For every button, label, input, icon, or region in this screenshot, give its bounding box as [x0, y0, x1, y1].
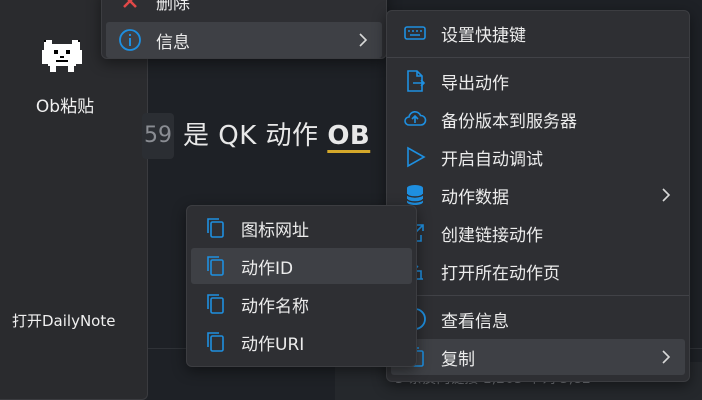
- context-menu-copy: 图标网址 动作ID 动作名称 动作URI: [186, 205, 417, 367]
- menu-item-label: 打开所在动作页: [441, 263, 560, 284]
- play-icon: [407, 146, 426, 168]
- menu-item-copy-action-id[interactable]: 动作ID: [191, 248, 412, 284]
- database-icon: [406, 185, 424, 205]
- page-title-text: 是 QK 动作: [183, 121, 328, 151]
- menu-item-label: 复制: [441, 349, 475, 370]
- menu-item-copy[interactable]: 复制: [391, 339, 685, 375]
- heading-number: 59: [142, 113, 174, 159]
- action-panel: Ob粘贴 打开DailyNote: [0, 0, 148, 400]
- menu-item-view-info[interactable]: 查看信息: [391, 301, 685, 337]
- cloud-upload-icon: [404, 111, 427, 126]
- menu-item-label: 删除: [156, 0, 190, 14]
- menu-item-create-link[interactable]: 创建链接动作: [391, 215, 685, 251]
- menu-item-label: 动作名称: [241, 296, 309, 317]
- menu-item-label: 图标网址: [241, 220, 309, 241]
- daily-note-action[interactable]: 打开DailyNote: [12, 310, 115, 331]
- copy-icon: [207, 294, 224, 314]
- menu-item-label: 信息: [156, 32, 190, 53]
- menu-separator: [387, 57, 689, 58]
- menu-item-auto-debug[interactable]: 开启自动调试: [391, 139, 685, 175]
- menu-item-label: 动作ID: [241, 258, 294, 279]
- menu-item-info[interactable]: 信息: [106, 22, 382, 58]
- menu-item-delete[interactable]: 删除: [106, 0, 382, 19]
- menu-item-copy-action-name[interactable]: 动作名称: [191, 286, 412, 322]
- chevron-right-icon: [662, 350, 671, 364]
- copy-icon: [207, 332, 224, 352]
- menu-item-copy-action-uri[interactable]: 动作URI: [191, 324, 412, 360]
- menu-item-label: 备份版本到服务器: [441, 111, 577, 132]
- copy-icon: [207, 256, 224, 276]
- menu-item-set-shortcut[interactable]: 设置快捷键: [391, 15, 685, 51]
- menu-item-label: 动作URI: [241, 334, 305, 355]
- copy-icon: [207, 218, 224, 238]
- menu-item-label: 创建链接动作: [441, 225, 543, 246]
- keyboard-icon: [404, 26, 426, 40]
- menu-item-copy-icon-url[interactable]: 图标网址: [191, 210, 412, 246]
- context-menu-info: 设置快捷键 导出动作 备份版本到服务器 开启自动调试 动作数据 创建链接动作 打…: [386, 10, 690, 382]
- context-menu-main: 删除 信息: [101, 0, 387, 59]
- menu-item-export-action[interactable]: 导出动作: [391, 63, 685, 99]
- menu-item-label: 动作数据: [441, 187, 509, 208]
- page-title: 是 QK 动作 OB: [183, 115, 370, 152]
- menu-item-label: 查看信息: [441, 311, 509, 332]
- menu-item-backup[interactable]: 备份版本到服务器: [391, 101, 685, 137]
- export-file-icon: [407, 70, 426, 92]
- page-title-highlight: OB: [327, 121, 371, 151]
- chevron-right-icon: [359, 33, 368, 47]
- info-icon: [119, 29, 141, 51]
- menu-item-action-data[interactable]: 动作数据: [391, 177, 685, 213]
- menu-item-label: 开启自动调试: [441, 149, 543, 170]
- x-icon: [123, 0, 137, 8]
- menu-separator: [387, 295, 689, 296]
- menu-item-open-action-page[interactable]: 打开所在动作页: [391, 253, 685, 289]
- dog-icon[interactable]: [40, 38, 84, 74]
- menu-item-label: 设置快捷键: [441, 25, 526, 46]
- chevron-right-icon: [662, 188, 671, 202]
- menu-item-label: 导出动作: [441, 73, 509, 94]
- app-label[interactable]: Ob粘贴: [0, 92, 130, 117]
